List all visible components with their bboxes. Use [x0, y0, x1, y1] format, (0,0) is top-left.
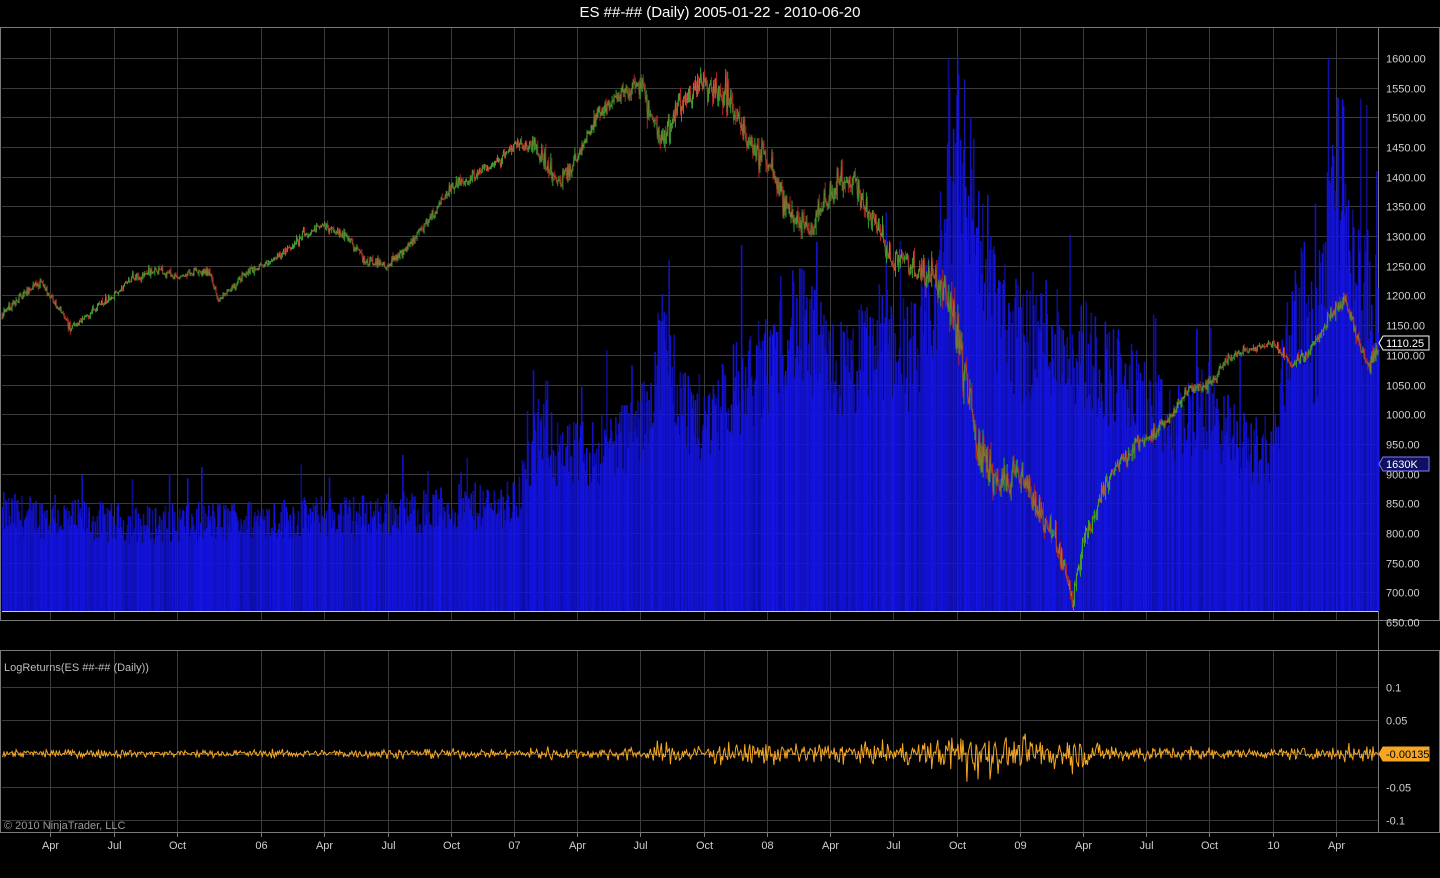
volume-bars — [2, 58, 1380, 612]
time-tick-label: Apr — [1328, 840, 1345, 852]
price-tick-label: 1600.00 — [1386, 54, 1426, 66]
time-tick-label: Apr — [569, 840, 586, 852]
log-returns-path — [1, 733, 1379, 782]
returns-panel-label: LogReturns(ES ##-## (Daily)) — [4, 662, 149, 674]
volume-badge-text: 1630K — [1386, 459, 1418, 471]
time-tick-label: Jul — [1139, 840, 1153, 852]
time-tick-label: 09 — [1014, 840, 1026, 852]
price-tick-label: 1350.00 — [1386, 202, 1426, 214]
price-tick-label: 800.00 — [1386, 529, 1420, 541]
value-badges: 1110.25 1630K -0.00135 — [1378, 335, 1430, 762]
price-tick-label: 1400.00 — [1386, 173, 1426, 185]
price-tick-label: 1450.00 — [1386, 143, 1426, 155]
chart-canvas[interactable]: 1600.00 1550.00 1500.00 1450.00 1400.00 1350.… — [0, 0, 1440, 878]
log-returns-line — [1, 733, 1379, 782]
time-tick-label: Apr — [316, 840, 333, 852]
returns-tick-label: -0.1 — [1386, 816, 1405, 828]
time-tick-label: Jul — [107, 840, 121, 852]
time-tick-label: 10 — [1267, 840, 1279, 852]
price-tick-label: 850.00 — [1386, 499, 1420, 511]
price-tick-label: 750.00 — [1386, 559, 1420, 571]
time-tick-label: Jul — [886, 840, 900, 852]
price-tick-label: 950.00 — [1386, 440, 1420, 452]
time-axis: Apr Jul Oct 06 Apr Jul Oct 07 Apr Jul Oct 08 Apr Jul O… — [42, 840, 1345, 852]
time-tick-label: Oct — [949, 840, 966, 852]
time-tick-label: 06 — [255, 840, 267, 852]
time-tick-label: 08 — [761, 840, 773, 852]
price-tick-label: 1300.00 — [1386, 232, 1426, 244]
time-tick-label: Apr — [822, 840, 839, 852]
last-price-badge: 1110.25 — [1378, 335, 1430, 351]
returns-tick-label: 0.1 — [1386, 683, 1401, 695]
time-tick-label: Oct — [169, 840, 186, 852]
time-tick-label: Jul — [633, 840, 647, 852]
time-tick-label: Oct — [696, 840, 713, 852]
price-tick-label: 700.00 — [1386, 588, 1420, 600]
price-tick-label: 650.00 — [1386, 618, 1420, 630]
time-tick-label: Apr — [1075, 840, 1092, 852]
price-tick-label: 1050.00 — [1386, 381, 1426, 393]
price-tick-label: 1250.00 — [1386, 262, 1426, 274]
copyright-text: © 2010 NinjaTrader, LLC — [4, 820, 125, 832]
price-tick-label: 1500.00 — [1386, 113, 1426, 125]
time-tick-label: Apr — [42, 840, 59, 852]
log-returns-badge: -0.00135 — [1378, 746, 1430, 762]
price-tick-label: 1550.00 — [1386, 84, 1426, 96]
price-tick-label: 1200.00 — [1386, 291, 1426, 303]
price-tick-label: 1100.00 — [1386, 351, 1425, 363]
volume-badge: 1630K — [1378, 456, 1430, 472]
time-tick-label: Oct — [1201, 840, 1218, 852]
returns-panel-frame — [0, 650, 1440, 833]
log-returns-badge-text: -0.00135 — [1386, 749, 1429, 761]
time-tick-label: Jul — [381, 840, 395, 852]
returns-tick-label: 0.05 — [1386, 716, 1407, 728]
price-tick-label: 1000.00 — [1386, 410, 1426, 422]
time-tick-label: 07 — [508, 840, 520, 852]
volume-bar — [1378, 332, 1380, 611]
time-tick-label: Oct — [443, 840, 460, 852]
price-tick-label: 1150.00 — [1386, 321, 1425, 333]
returns-tick-label: -0.05 — [1386, 783, 1411, 795]
last-price-badge-text: 1110.25 — [1386, 338, 1424, 350]
